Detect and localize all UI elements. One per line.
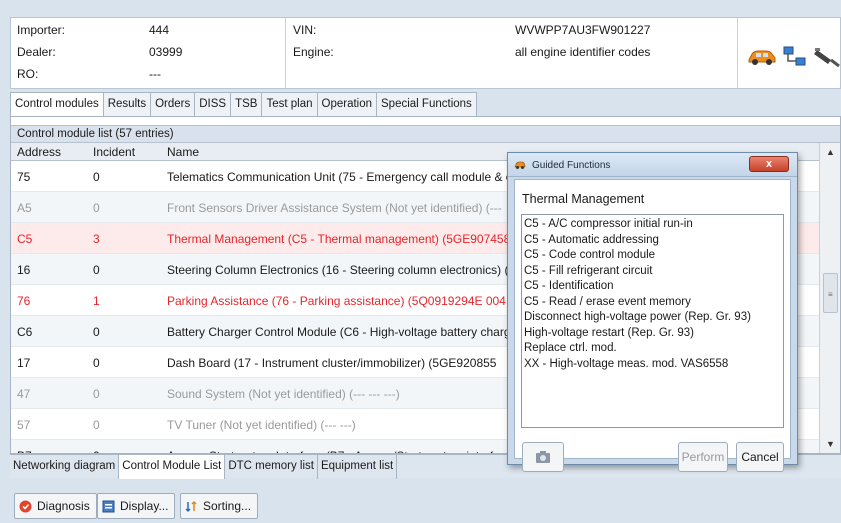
sorting-button[interactable]: Sorting... (180, 493, 259, 519)
cell-address: 16 (17, 263, 31, 277)
diagnosis-button[interactable]: Diagnosis (14, 493, 97, 519)
scroll-thumb[interactable]: ≡ (823, 273, 838, 313)
column-address[interactable]: Address (17, 145, 61, 159)
cell-address: A5 (17, 201, 32, 215)
cell-incident: 1 (93, 294, 100, 308)
header-divider (285, 18, 286, 88)
network-icon[interactable] (782, 44, 808, 70)
ro-label: RO: (17, 67, 39, 81)
tab-dtc-memory-list[interactable]: DTC memory list (225, 455, 318, 479)
header-divider (737, 18, 738, 88)
cell-incident: 0 (93, 201, 100, 215)
engine-label: Engine: (293, 45, 334, 59)
cell-incident: 0 (93, 263, 100, 277)
display-icon (102, 500, 115, 512)
list-item[interactable]: High-voltage restart (Rep. Gr. 93) (524, 326, 781, 342)
tab-orders[interactable]: Orders (150, 92, 196, 116)
vehicle-header: Importer: 444 Dealer: 03999 RO: --- VIN:… (10, 17, 841, 89)
cell-name: Front Sensors Driver Assistance System (… (167, 201, 502, 215)
cell-incident: 0 (93, 387, 100, 401)
tab-diss[interactable]: DISS (194, 92, 232, 116)
cell-name: Battery Charger Control Module (C6 - Hig… (167, 325, 518, 339)
ro-value: --- (149, 67, 161, 81)
list-item[interactable]: C5 - Code control module (524, 248, 781, 264)
plug-icon[interactable] (813, 44, 841, 70)
dialog-titlebar[interactable]: Guided Functions x (508, 153, 797, 177)
importer-label: Importer: (17, 23, 66, 37)
list-item[interactable]: XX - High-voltage meas. mod. VAS6558 (524, 357, 781, 373)
vin-value: WVWPP7AU3FW901227 (515, 23, 651, 37)
tab-test-plan[interactable]: Test plan (261, 92, 318, 116)
vin-label: VIN: (293, 23, 317, 37)
importer-value: 444 (149, 23, 170, 37)
tab-equipment-list[interactable]: Equipment list (318, 455, 398, 479)
cell-incident: 0 (93, 418, 100, 432)
list-item[interactable]: Replace ctrl. mod. (524, 341, 781, 357)
scroll-down-icon[interactable]: ▼ (826, 439, 835, 449)
cell-incident: 0 (93, 325, 100, 339)
cell-name: Parking Assistance (76 - Parking assista… (167, 294, 506, 308)
scroll-up-icon[interactable]: ▲ (826, 147, 835, 157)
camera-button[interactable] (522, 442, 564, 472)
list-item[interactable]: C5 - A/C compressor initial run-in (524, 217, 781, 233)
sorting-icon (185, 500, 197, 512)
tab-control-module-list[interactable]: Control Module List (119, 455, 226, 479)
column-name[interactable]: Name (167, 145, 199, 159)
cell-name: Thermal Management (C5 - Thermal managem… (167, 232, 511, 246)
cancel-button[interactable]: Cancel (736, 442, 784, 472)
guided-functions-dialog: Guided Functions x Thermal Management C5… (507, 152, 798, 472)
cell-address: C6 (17, 325, 33, 339)
guided-function-list[interactable]: C5 - A/C compressor initial run-in C5 - A… (521, 214, 784, 428)
list-item[interactable]: C5 - Fill refrigerant circuit (524, 264, 781, 280)
cell-address: C5 (17, 232, 33, 246)
list-item[interactable]: C5 - Identification (524, 279, 781, 295)
dealer-value: 03999 (149, 45, 183, 59)
tab-networking-diagram[interactable]: Networking diagram (10, 455, 120, 479)
cell-incident: 3 (93, 232, 100, 246)
perform-button[interactable]: Perform (678, 442, 728, 472)
close-button[interactable]: x (749, 156, 789, 172)
car-icon (514, 161, 526, 169)
cell-incident: 0 (93, 170, 100, 184)
dialog-heading: Thermal Management (522, 192, 645, 206)
cell-name: Dash Board (17 - Instrument cluster/immo… (167, 356, 497, 370)
display-button[interactable]: Display... (97, 493, 176, 519)
cell-address: 57 (17, 418, 31, 432)
list-item[interactable]: C5 - Read / erase event memory (524, 295, 781, 311)
dialog-body: Thermal Management C5 - A/C compressor i… (514, 179, 791, 472)
diagnosis-icon (19, 500, 32, 512)
list-title: Control module list (57 entries) (11, 125, 840, 143)
vertical-scrollbar[interactable]: ▲ ≡ ▼ (819, 143, 840, 453)
tab-special-functions[interactable]: Special Functions (376, 92, 477, 116)
cell-address: 75 (17, 170, 31, 184)
dialog-title: Guided Functions (532, 160, 611, 171)
diagnosis-label: Diagnosis (37, 499, 90, 513)
cell-address: 76 (17, 294, 31, 308)
engine-value: all engine identifier codes (515, 45, 651, 59)
sorting-label: Sorting... (203, 499, 252, 513)
column-incident[interactable]: Incident (93, 145, 135, 159)
camera-icon (536, 451, 550, 463)
grip-icon: ≡ (828, 290, 833, 299)
cell-address: 47 (17, 387, 31, 401)
cell-address: 17 (17, 356, 31, 370)
cell-name: TV Tuner (Not yet identified) (--- ---) (167, 418, 356, 432)
tab-control-modules[interactable]: Control modules (10, 92, 104, 118)
cell-name: Telematics Communication Unit (75 - Emer… (167, 170, 519, 184)
cell-incident: 0 (93, 356, 100, 370)
list-item[interactable]: Disconnect high-voltage power (Rep. Gr. … (524, 310, 781, 326)
dealer-label: Dealer: (17, 45, 56, 59)
car-icon[interactable] (747, 48, 777, 66)
cell-name: Sound System (Not yet identified) (--- -… (167, 387, 400, 401)
display-label: Display... (120, 499, 169, 513)
tab-operation[interactable]: Operation (316, 92, 378, 116)
tab-tsb[interactable]: TSB (230, 92, 263, 116)
cell-name: Steering Column Electronics (16 - Steeri… (167, 263, 516, 277)
list-item[interactable]: C5 - Automatic addressing (524, 233, 781, 249)
tab-results[interactable]: Results (102, 92, 152, 116)
main-tabs: Control modules Results Orders DISS TSB … (10, 92, 477, 118)
